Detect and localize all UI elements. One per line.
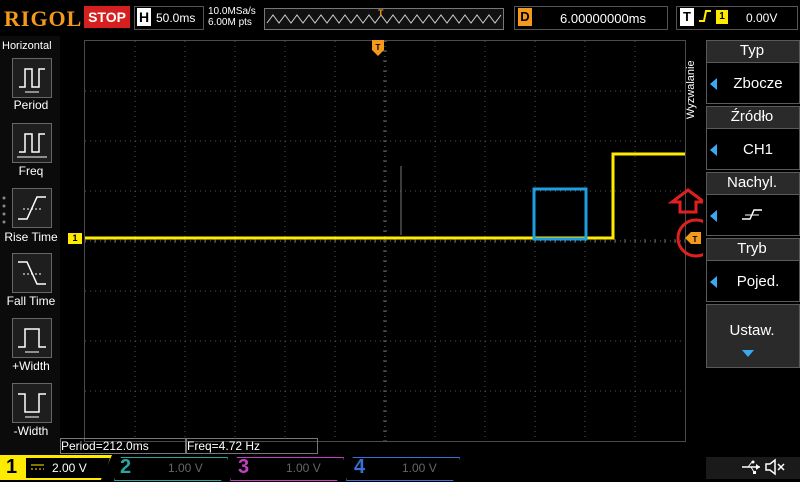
plus-width-label: +Width	[12, 359, 50, 373]
freq-measurement: Freq=4.72 Hz	[186, 438, 318, 454]
rise-time-button[interactable]	[12, 188, 52, 228]
fall-time-icon	[18, 261, 46, 285]
svg-text:Wyzwalanie: Wyzwalanie	[685, 60, 697, 119]
rise-time-icon	[18, 196, 46, 220]
rigol-logo: RIGOL	[4, 6, 83, 31]
annotation-box	[532, 187, 588, 241]
period-measurement: Period=212.0ms	[60, 438, 186, 454]
minus-width-icon	[18, 393, 46, 418]
fall-time-label: Fall Time	[6, 294, 56, 308]
period-button[interactable]	[12, 58, 52, 98]
minus-width-label: -Width	[13, 424, 49, 438]
grid-lines	[84, 40, 686, 442]
trigger-source-title: Źródło	[730, 108, 774, 125]
trigger-type-title: Typ	[739, 42, 765, 59]
usb-icon	[740, 458, 762, 476]
fall-time-button[interactable]	[12, 253, 52, 293]
waveform-display[interactable]	[84, 40, 686, 442]
minus-width-button[interactable]	[12, 383, 52, 423]
trigger-type-value: Zbocze	[733, 75, 783, 92]
ch2-number: 2	[120, 456, 132, 478]
memory-waveform-preview	[266, 14, 502, 24]
speaker-mute-icon[interactable]	[764, 457, 786, 477]
left-arrow-icon	[710, 276, 717, 288]
memory-depth: 6.00M pts	[208, 17, 252, 28]
trigger-position-letter: T	[376, 43, 381, 52]
ch1-coupling-icon	[30, 462, 46, 475]
trigger-settings-label: Ustaw.	[729, 322, 775, 339]
freq-icon	[17, 133, 47, 158]
trigger-slope-title: Nachyl.	[726, 174, 778, 191]
sample-rate: 10.0MSa/s	[208, 6, 256, 17]
period-icon	[19, 68, 45, 93]
memory-trigger-marker: T	[378, 8, 384, 18]
trigger-label: T	[680, 8, 694, 26]
freq-button[interactable]	[12, 123, 52, 163]
left-arrow-icon	[710, 144, 717, 156]
ch1-offset-marker[interactable]: 1	[68, 233, 82, 244]
ch3-number: 3	[238, 456, 250, 478]
left-arrow-icon	[710, 210, 717, 222]
trigger-level: 0.00V	[746, 11, 778, 25]
rising-slope-icon	[740, 204, 764, 224]
period-label: Period	[13, 98, 49, 112]
ch2-scale: 1.00 V	[168, 461, 203, 475]
timebase-value: 50.0ms	[156, 11, 196, 25]
trigger-status-box[interactable]	[676, 6, 798, 30]
annotation-up-arrow-icon	[667, 188, 709, 214]
ch1-number: 1	[6, 456, 18, 478]
trigger-source-value: CH1	[742, 141, 773, 158]
delay-value: 6.00000000ms	[560, 11, 647, 26]
trigger-mode-title: Tryb	[737, 240, 767, 257]
run-stop-status[interactable]: STOP	[84, 6, 130, 28]
ch4-number: 4	[354, 456, 366, 478]
horizontal-label: H	[137, 8, 151, 26]
waveform-grid	[84, 40, 686, 442]
trigger-level-letter: T	[693, 235, 698, 244]
trigger-mode-value: Pojed.	[736, 273, 780, 290]
rise-time-label: Rise Time	[4, 230, 58, 244]
trigger-position-marker[interactable]: T	[372, 40, 384, 56]
trigger-channel: 1	[716, 10, 728, 24]
down-arrow-icon	[742, 350, 754, 357]
trigger-menu-vertical-label: Wyzwalanie	[682, 45, 698, 165]
plus-width-icon	[18, 328, 46, 353]
freq-label: Freq	[18, 164, 44, 178]
scroll-dots	[2, 196, 6, 226]
menu-title: Horizontal	[2, 40, 52, 52]
ch1-scale: 2.00 V	[52, 461, 87, 475]
ch3-scale: 1.00 V	[286, 461, 321, 475]
left-arrow-icon	[710, 78, 717, 90]
rising-edge-icon	[698, 8, 712, 27]
plus-width-button[interactable]	[12, 318, 52, 358]
ch4-scale: 1.00 V	[402, 461, 437, 475]
memory-overview-strip	[264, 8, 504, 30]
delay-label: D	[518, 8, 532, 26]
